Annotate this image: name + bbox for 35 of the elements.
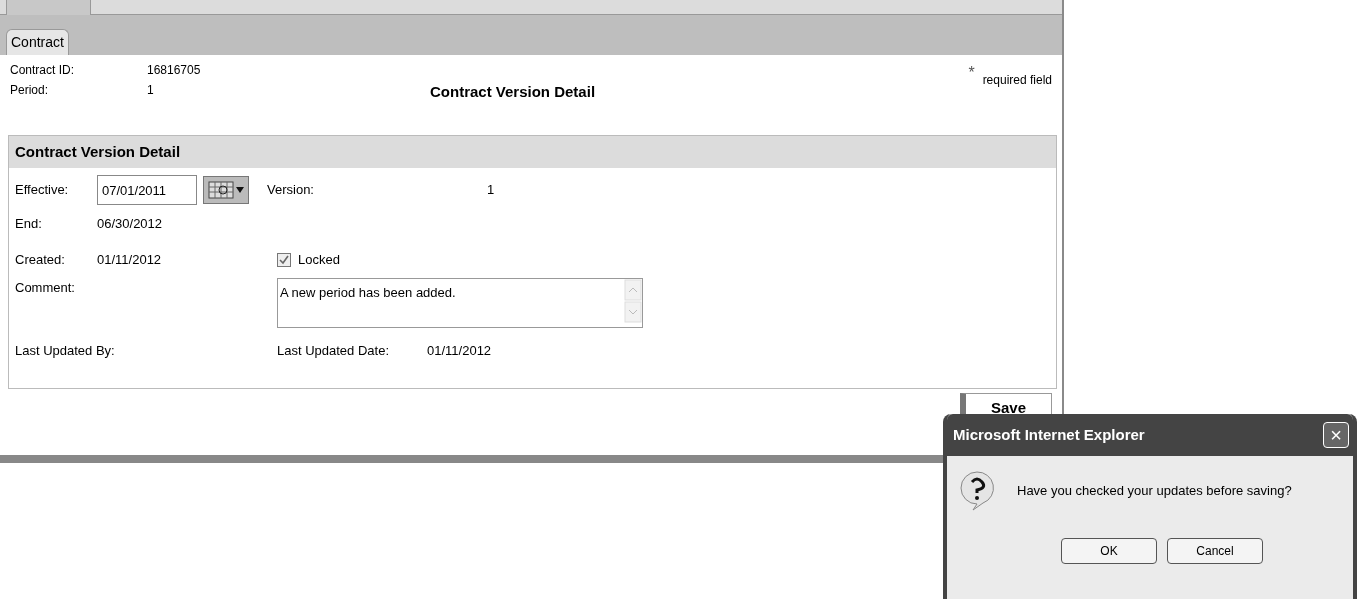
field-label: Contract ID: xyxy=(10,62,76,79)
dialog-button[interactable]: Cancel xyxy=(1167,538,1263,564)
field-value: 16816705 xyxy=(147,62,201,79)
field-label: Last Updated By: xyxy=(15,342,116,361)
field-value: 1 xyxy=(487,181,495,200)
close-button[interactable]: × xyxy=(1323,422,1349,448)
field-label: End: xyxy=(15,215,43,234)
scroll-up-icon xyxy=(624,279,642,301)
comment-field[interactable]: A new period has been added. xyxy=(277,278,643,328)
tab[interactable]: Contract xyxy=(6,29,69,55)
checkbox[interactable] xyxy=(277,253,291,267)
date-field[interactable]: 07/01/2011 xyxy=(97,175,197,205)
required-note: required field xyxy=(982,72,1052,89)
dialog-title: Microsoft Internet Explorer xyxy=(953,424,1145,445)
calendar-icon xyxy=(208,181,234,199)
field-label: Comment: xyxy=(15,279,76,297)
caret-icon xyxy=(236,187,244,193)
field-label: Period: xyxy=(10,82,50,99)
calendar-button[interactable] xyxy=(203,176,249,204)
page-title: Contract Version Detail xyxy=(430,82,596,102)
field-value: 06/30/2012 xyxy=(97,215,163,234)
required-mark: * xyxy=(968,63,975,83)
question-icon xyxy=(959,470,995,512)
field-label: Version: xyxy=(267,181,315,200)
dialog-button[interactable]: OK xyxy=(1061,538,1157,564)
field-value: 01/11/2012 xyxy=(427,342,492,361)
checkbox-label: Locked xyxy=(298,251,340,270)
scroll-down-icon xyxy=(624,301,642,323)
field-label: Effective: xyxy=(15,181,70,200)
section-title: Contract Version Detail xyxy=(15,141,181,162)
dialog-message: Have you checked your updates before saving? xyxy=(1017,482,1292,501)
field-label: Created: xyxy=(15,251,66,270)
field-label: Last Updated Date: xyxy=(277,342,391,361)
field-value: 01/11/2012 xyxy=(97,251,163,270)
field-value: 1 xyxy=(147,82,154,99)
